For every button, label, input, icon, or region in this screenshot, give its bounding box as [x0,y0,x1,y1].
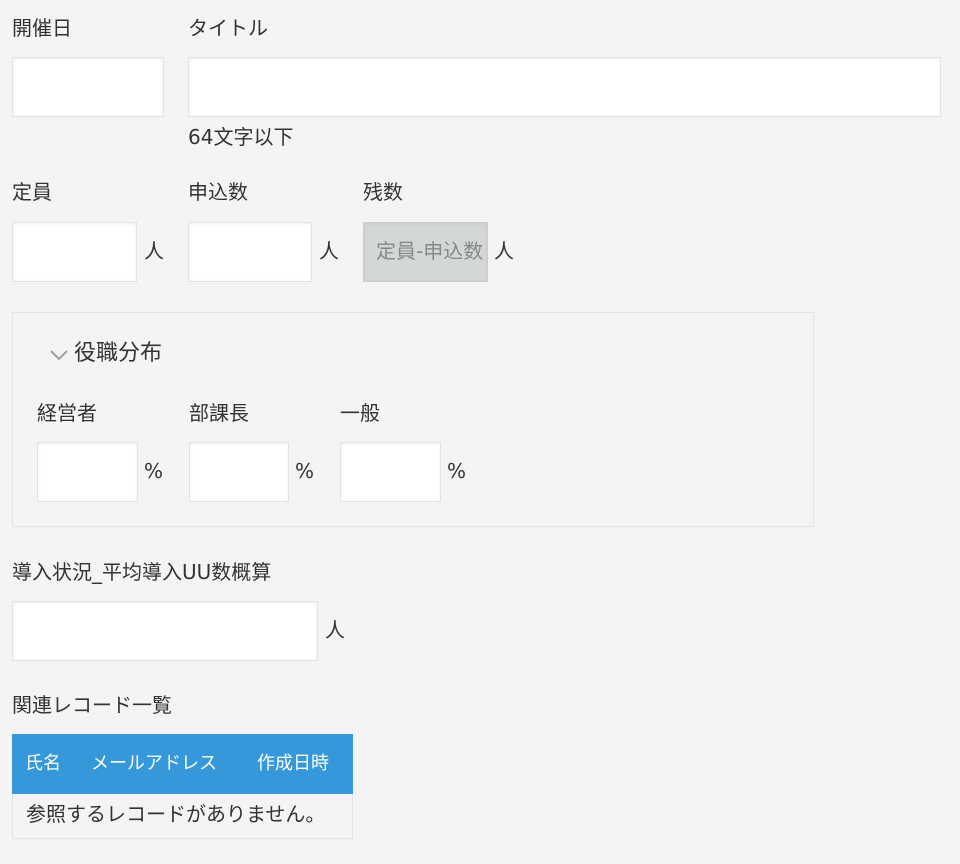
capacity-unit: 人 [144,239,164,263]
remaining-label: 残数 [363,180,403,204]
empty-records-message: 参照するレコードがありません。 [26,802,326,826]
applications-label: 申込数 [188,180,248,204]
executive-input[interactable] [37,442,138,502]
capacity-input[interactable] [12,222,137,282]
title-label: タイトル [188,16,268,40]
manager-unit: % [295,459,315,483]
applications-input[interactable] [188,222,312,282]
applications-unit: 人 [319,239,339,263]
general-label: 一般 [340,401,380,425]
manager-input[interactable] [189,442,289,502]
title-hint: 64文字以下 [188,125,294,149]
column-header-created-at[interactable]: 作成日時 [257,754,329,774]
date-input[interactable] [12,57,164,117]
remaining-unit: 人 [494,239,514,263]
executive-unit: % [144,459,164,483]
related-records-table-body: 参照するレコードがありません。 [12,794,353,839]
column-header-email[interactable]: メールアドレス [91,754,217,774]
position-group-toggle[interactable] [48,343,70,367]
adoption-unit: 人 [325,618,345,642]
capacity-label: 定員 [12,180,52,204]
remaining-input: 定員-申込数 [363,222,488,282]
adoption-input[interactable] [12,601,318,661]
adoption-label: 導入状況_平均導入UU数概算 [12,560,272,584]
general-unit: % [447,459,467,483]
column-header-name[interactable]: 氏名 [25,754,61,774]
title-input[interactable] [188,57,941,117]
executive-label: 経営者 [37,401,97,425]
general-input[interactable] [340,442,441,502]
position-group-title: 役職分布 [74,341,163,366]
related-records-label: 関連レコード一覧 [12,693,172,717]
date-label: 開催日 [12,16,72,40]
related-records-table-header: 氏名 メールアドレス 作成日時 [12,734,353,794]
chevron-down-icon [48,344,70,366]
manager-label: 部課長 [189,401,249,425]
